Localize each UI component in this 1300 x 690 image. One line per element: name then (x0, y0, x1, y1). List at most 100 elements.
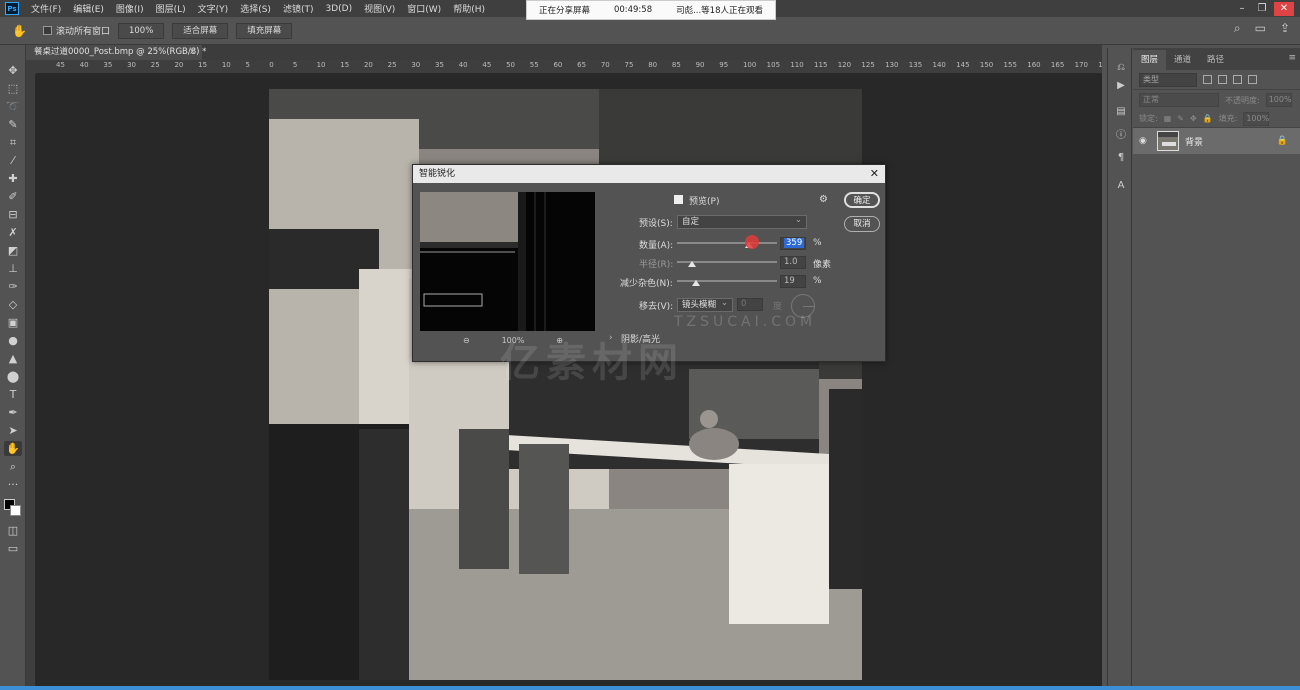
eraser-tool-icon[interactable]: ◩ (4, 243, 22, 258)
dodge-tool-icon[interactable]: ● (4, 333, 22, 348)
menu-edit[interactable]: 编辑(E) (67, 2, 110, 15)
zoom-tool-icon[interactable]: ⌕ (4, 459, 22, 474)
stamp-tool-icon[interactable]: ⊥ (4, 261, 22, 276)
cancel-button[interactable]: 取消 (844, 216, 880, 232)
filter-adjust-icon[interactable] (1218, 75, 1227, 84)
quick-select-tool-icon[interactable]: ✎ (4, 117, 22, 132)
menu-help[interactable]: 帮助(H) (447, 2, 491, 15)
pen-tool-icon[interactable]: ✒ (4, 405, 22, 420)
tab-layers[interactable]: 图层 (1133, 50, 1167, 70)
lock-paint-icon[interactable]: ✎ (1177, 114, 1184, 123)
history-brush-tool-icon[interactable]: ✗ (4, 225, 22, 240)
angle-field[interactable]: 0 (737, 298, 763, 311)
actions-panel-icon[interactable]: ▶ (1114, 80, 1128, 94)
hand-tool-selected-icon[interactable]: ✋ (4, 441, 22, 456)
menu-image[interactable]: 图像(I) (110, 2, 150, 15)
lasso-tool-icon[interactable]: ➰ (4, 99, 22, 114)
minimize-icon[interactable]: – (1234, 2, 1250, 16)
brush-tool-icon[interactable]: ✐ (4, 189, 22, 204)
history-panel-icon[interactable]: ⎌ (1114, 62, 1128, 76)
checkbox-box[interactable] (42, 26, 52, 35)
preview-checkbox[interactable] (674, 195, 683, 204)
smudge-tool-icon[interactable]: ⬤ (4, 369, 22, 384)
fit-screen-button[interactable]: 适合屏幕 (172, 22, 229, 39)
menu-layer[interactable]: 图层(L) (150, 2, 192, 15)
angle-dial[interactable] (791, 294, 815, 318)
tab-channels[interactable]: 通道 (1166, 50, 1199, 70)
dialog-title-bar[interactable]: 智能锐化 ✕ (413, 165, 885, 183)
menu-file[interactable]: 文件(F) (25, 2, 67, 15)
fill-screen-button[interactable]: 填充屏幕 (236, 22, 293, 39)
sharpen-preview[interactable] (420, 192, 595, 331)
filter-shape-icon[interactable] (1248, 75, 1257, 84)
workspace-icon[interactable]: ▭ (1255, 21, 1266, 36)
paragraph-panel-icon[interactable]: ¶ (1114, 152, 1128, 166)
preset-select[interactable]: 自定 (677, 214, 807, 229)
type-tool-icon[interactable]: T (4, 387, 22, 402)
share-icon[interactable]: ⇪ (1280, 21, 1290, 36)
tab-paths[interactable]: 路径 (1199, 50, 1232, 70)
noise-field[interactable]: 19 (780, 275, 806, 288)
eyedropper-tool-icon[interactable]: ⁄ (4, 153, 22, 168)
dialog-close-icon[interactable]: ✕ (870, 165, 879, 183)
blend-mode-select[interactable]: 正常 (1139, 93, 1219, 107)
gradient-tool-icon[interactable]: ✑ (4, 279, 22, 294)
ok-button[interactable]: 确定 (844, 192, 880, 208)
menu-window[interactable]: 窗口(W) (401, 2, 447, 15)
settings-gear-icon[interactable]: ⚙ (819, 194, 828, 205)
filter-pixel-icon[interactable] (1203, 75, 1212, 84)
vertical-ruler[interactable] (26, 74, 36, 686)
zoom-out-icon[interactable]: ⊖ (463, 336, 470, 345)
zoom-100-button[interactable]: 100% (117, 22, 165, 39)
opacity-field[interactable]: 100% (1265, 93, 1292, 107)
lock-move-icon[interactable]: ✥ (1190, 114, 1197, 123)
lock-all-icon[interactable]: 🔒 (1203, 114, 1213, 123)
close-icon[interactable]: ✕ (1274, 1, 1294, 16)
restore-icon[interactable]: ❐ (1254, 2, 1270, 16)
layer-row-background[interactable]: ◉ 背景 🔒 (1133, 128, 1300, 154)
amount-slider-track[interactable] (677, 242, 777, 244)
menu-select[interactable]: 选择(S) (234, 2, 277, 15)
menu-type[interactable]: 文字(Y) (192, 2, 235, 15)
kind-filter-select[interactable]: 类型 (1139, 72, 1197, 87)
fill-field[interactable]: 100% (1243, 111, 1270, 126)
hand-tool-icon[interactable]: ✋ (12, 24, 27, 38)
quick-mask-icon[interactable]: ◫ (4, 523, 22, 538)
zoom-in-icon[interactable]: ⊕ (556, 336, 563, 345)
expand-chevron-icon[interactable]: › (609, 333, 613, 343)
search-icon[interactable]: ⌕ (1234, 21, 1241, 36)
background-color-swatch[interactable] (10, 505, 21, 516)
menu-filter[interactable]: 滤镜(T) (277, 2, 320, 15)
character-panel-icon[interactable]: A (1114, 180, 1128, 194)
ruler-tick-label: 170 (1074, 61, 1088, 69)
scroll-all-windows-checkbox[interactable]: 滚动所有窗口 (42, 24, 110, 37)
screen-mode-icon[interactable]: ▭ (4, 541, 22, 556)
path-select-tool-icon[interactable]: ➤ (4, 423, 22, 438)
visibility-eye-icon[interactable]: ◉ (1139, 136, 1151, 146)
radius-field[interactable]: 1.0 (780, 256, 806, 269)
menu-3d[interactable]: 3D(D) (319, 4, 358, 14)
lock-pixels-icon[interactable]: ▦ (1164, 114, 1172, 123)
crop-tool-icon[interactable]: ⌗ (4, 135, 22, 150)
amount-field[interactable]: 359 (780, 237, 806, 250)
horizontal-ruler[interactable]: 45 40 35 30 25 20 15 10 5 0 5 10 15 20 25 30 35 40 45 50 55 6… (36, 60, 1102, 74)
healing-brush-tool-icon[interactable]: ✚ (4, 171, 22, 186)
clone-stamp-tool-icon[interactable]: ⊟ (4, 207, 22, 222)
sharpen-tool-icon[interactable]: ▲ (4, 351, 22, 366)
info-panel-icon[interactable]: ⓘ (1114, 126, 1128, 141)
radius-slider-thumb[interactable] (688, 261, 696, 267)
document-tab[interactable]: 餐桌过道0000_Post.bmp @ 25%(RGB/8) * × (26, 45, 206, 60)
remove-select[interactable]: 镜头模糊 (677, 297, 733, 312)
marquee-tool-icon[interactable]: ⬚ (4, 81, 22, 96)
paint-bucket-icon[interactable]: ▣ (4, 315, 22, 330)
eraser-alt-icon[interactable]: ◇ (4, 297, 22, 312)
more-tools-icon[interactable]: ··· (4, 477, 22, 492)
menu-view[interactable]: 视图(V) (358, 2, 401, 15)
noise-slider-thumb[interactable] (692, 280, 700, 286)
move-tool-icon[interactable]: ✥ (4, 63, 22, 78)
close-tab-icon[interactable]: × (189, 45, 196, 60)
panel-menu-icon[interactable]: ≡ (1288, 53, 1296, 63)
shadows-highlights-label[interactable]: 阴影/高光 (621, 332, 660, 345)
properties-panel-icon[interactable]: ▤ (1114, 106, 1128, 120)
filter-type-icon[interactable] (1233, 75, 1242, 84)
